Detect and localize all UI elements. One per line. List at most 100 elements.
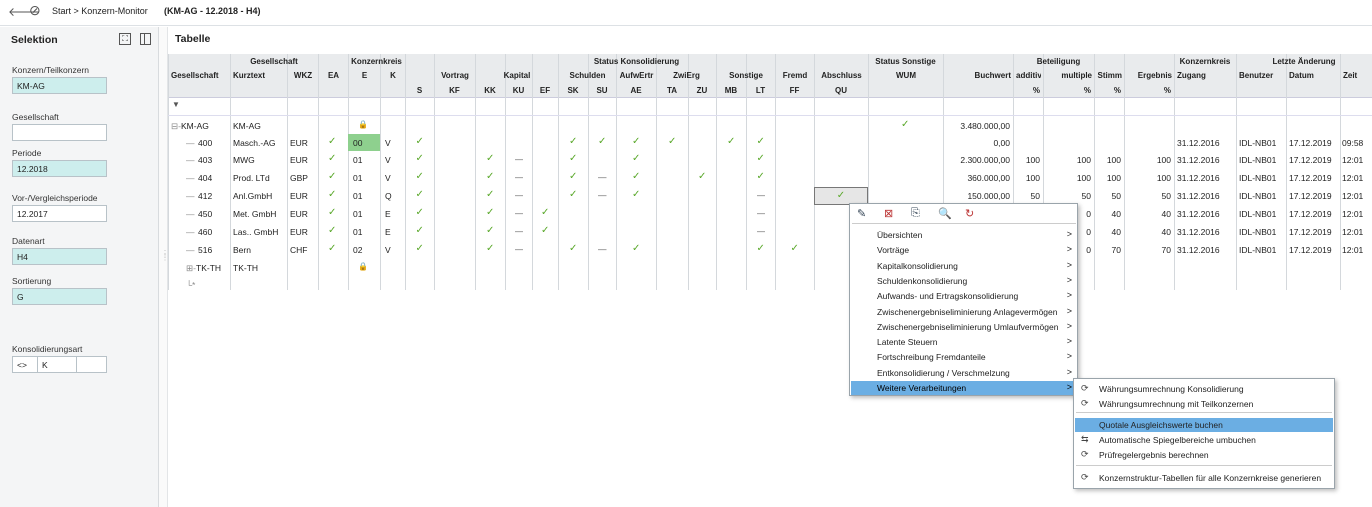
stimm-value	[1094, 121, 1121, 132]
currency-code: GBP	[290, 173, 308, 183]
column-header[interactable]: EA	[321, 71, 346, 81]
column-header[interactable]: multiple	[1046, 71, 1092, 81]
additiv-value: 100	[1025, 173, 1040, 183]
submenu-item[interactable]: ⟳ Prüfregelergebnis berechnen	[1075, 448, 1333, 462]
column-subheader: QU	[835, 86, 847, 95]
status-check: ✓	[756, 153, 765, 164]
field-label: Periode	[12, 148, 42, 158]
status-dash: —	[598, 172, 607, 182]
field-input[interactable]: G	[12, 288, 107, 305]
copy-icon[interactable]: ⎘	[911, 207, 920, 220]
ergebnis-value: 40	[1161, 209, 1171, 219]
submenu-item[interactable]: ⟳ Währungsumrechnung mit Teilkonzernen	[1075, 397, 1333, 411]
short-text: Met. GmbH	[233, 209, 277, 219]
context-menu-item[interactable]: Fortschreibung Fremdanteile >	[851, 350, 1076, 364]
status-check: ✓	[632, 171, 641, 182]
delete-doc-icon[interactable]: ⊠	[884, 207, 893, 220]
context-menu-item[interactable]: Weitere Verarbeitungen >	[851, 381, 1076, 395]
konsart-value[interactable]: K	[37, 356, 77, 373]
submenu: ⟳ Währungsumrechnung Konsolidierung ⟳ Währu…	[1073, 378, 1335, 489]
field-input[interactable]: H4	[12, 248, 107, 265]
column-header[interactable]: Zugang	[1177, 71, 1234, 81]
context-menu-item[interactable]: Übersichten >	[851, 228, 1076, 242]
multiple-value: 100	[1076, 155, 1091, 165]
submenu-item[interactable]: ⇆ Automatische Spiegelbereiche umbuchen	[1075, 433, 1333, 447]
ea-check: ✓	[328, 207, 337, 218]
group-header: Beteiligung	[1036, 57, 1081, 66]
column-header[interactable]: Kapital	[478, 71, 556, 81]
field-input[interactable]: KM-AG	[12, 77, 107, 94]
column-header[interactable]: K	[383, 71, 403, 81]
refresh-icon[interactable]: ↻	[965, 207, 974, 220]
expand-icon[interactable]: ⛶	[119, 33, 131, 45]
submenu-item[interactable]: ⟳ Konzernstruktur-Tabellen für alle Konze…	[1075, 471, 1333, 485]
e-value: 01	[353, 191, 363, 201]
column-header[interactable]: WKZ	[290, 71, 316, 81]
column-header[interactable]: ZwiErg	[659, 71, 714, 81]
zugang-date: 31.12.2016	[1177, 191, 1220, 201]
menu-item-label: Aufwands- und Ertragskonsolidierung	[877, 291, 1019, 302]
column-header[interactable]: Ergebnis	[1127, 71, 1172, 81]
currency-code: EUR	[290, 209, 308, 219]
context-menu-item[interactable]: Kapitalkonsolidierung >	[851, 259, 1076, 273]
sidebar-title: Selektion	[11, 34, 58, 46]
preview-icon[interactable]: 🔍	[938, 207, 952, 220]
konsart-extra[interactable]	[76, 356, 107, 373]
breadcrumb[interactable]: Start > Konzern-Monitor	[52, 6, 148, 16]
status-check: ✓	[756, 243, 765, 254]
field-input[interactable]	[12, 124, 107, 141]
context-menu-item[interactable]: Aufwands- und Ertragskonsolidierung >	[851, 289, 1076, 303]
filter-icon[interactable]: ▼	[172, 100, 182, 112]
field-input[interactable]: 12.2018	[12, 160, 107, 177]
field-input[interactable]: 12.2017	[12, 205, 107, 222]
context-menu-item[interactable]: Zwischenergebniseliminierung Umlaufvermö…	[851, 320, 1076, 334]
menu-item-label: Weitere Verarbeitungen	[877, 383, 967, 393]
column-header[interactable]: AufwErtr	[619, 71, 654, 81]
status-check: ✓	[632, 136, 641, 147]
context-menu-item[interactable]: Entkonsolidierung / Verschmelzung >	[851, 366, 1076, 380]
ergebnis-value: 100	[1156, 155, 1171, 165]
column-header[interactable]: Abschluss	[817, 71, 866, 81]
submenu-arrow-icon: >	[1066, 259, 1072, 270]
column-header[interactable]: Stimm	[1097, 71, 1122, 81]
column-divider	[168, 54, 169, 290]
stimm-value	[1094, 263, 1121, 274]
column-header[interactable]: Benutzer	[1239, 71, 1284, 81]
column-divider	[318, 54, 319, 290]
context-menu-item[interactable]: Zwischenergebniseliminierung Anlagevermö…	[851, 305, 1076, 319]
column-header[interactable]: Zeit	[1343, 71, 1370, 81]
no-entry-icon[interactable]: ⊘	[29, 2, 41, 19]
context-menu-item[interactable]: Schuldenkonsolidierung >	[851, 274, 1076, 288]
ea-check: ✓	[328, 189, 337, 200]
splitter[interactable]: ⋮ ⋮	[159, 27, 169, 507]
status-dash: —	[514, 154, 524, 164]
submenu-item[interactable]: Quotale Ausgleichswerte buchen	[1075, 418, 1333, 432]
column-header[interactable]: Buchwert	[946, 71, 1011, 81]
short-text: TK-TH	[233, 263, 259, 273]
column-header[interactable]: Datum	[1289, 71, 1338, 81]
panel-toggle-icon[interactable]	[140, 33, 151, 45]
edit-icon[interactable]: ✎	[857, 207, 866, 220]
konsart-operator[interactable]: <>	[12, 356, 38, 373]
column-header[interactable]: Vortrag	[437, 71, 473, 81]
context-menu-item[interactable]: Latente Steuern >	[851, 335, 1076, 349]
column-header[interactable]: Schulden	[561, 71, 614, 81]
column-header[interactable]: additiv	[1016, 71, 1041, 81]
k-value: V	[385, 173, 391, 183]
column-header[interactable]: Kurztext	[233, 71, 285, 81]
submenu-item[interactable]: ⟳ Währungsumrechnung Konsolidierung	[1075, 382, 1333, 396]
column-header[interactable]: WUM	[871, 71, 941, 81]
multiple-value: 50	[1081, 191, 1091, 201]
context-menu-item[interactable]: Vorträge >	[851, 243, 1076, 257]
change-time: 09:58	[1342, 138, 1364, 148]
change-time: 12:01	[1342, 227, 1364, 237]
short-text: Las.. GmbH	[233, 227, 279, 237]
column-header[interactable]: Sonstige	[719, 71, 773, 81]
column-header[interactable]: E	[351, 71, 378, 81]
column-header[interactable]: Fremd	[778, 71, 812, 81]
group-header: Konzernkreis	[351, 57, 402, 66]
additiv-value: 50	[1030, 191, 1040, 201]
menu-separator	[852, 223, 1076, 224]
column-header[interactable]: Gesellschaft	[171, 71, 228, 81]
short-text: Bern	[233, 245, 251, 255]
